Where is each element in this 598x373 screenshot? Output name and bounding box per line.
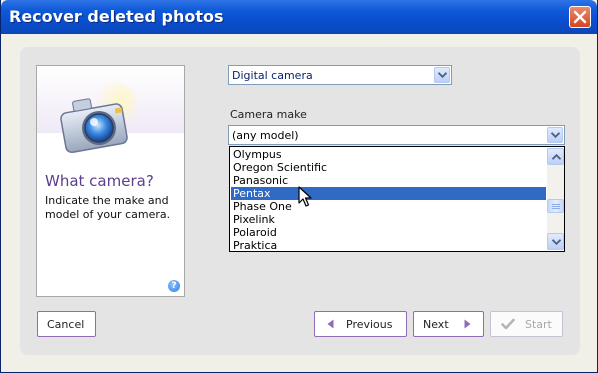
device-type-value: Digital camera (232, 69, 313, 82)
scrollbar-thumb[interactable] (547, 199, 564, 213)
cancel-button[interactable]: Cancel (37, 311, 96, 337)
info-title: What camera? (45, 172, 154, 190)
camera-make-value: (any model) (232, 129, 299, 142)
list-item-selected[interactable]: Pentax (231, 187, 546, 200)
arrow-right-icon (464, 319, 471, 329)
help-icon[interactable]: ? (168, 280, 180, 292)
info-description: Indicate the make and model of your came… (45, 194, 171, 221)
dialog-window: Recover deleted photos What camera? Indi… (0, 0, 598, 373)
scroll-down-button[interactable] (547, 233, 564, 250)
chevron-down-icon (552, 239, 561, 245)
chevron-down-icon (551, 132, 560, 138)
scroll-up-button[interactable] (547, 148, 564, 165)
previous-label: Previous (346, 318, 393, 331)
list-scrollbar[interactable] (547, 148, 564, 250)
camera-make-list[interactable]: Olympus Oregon Scientific Panasonic Pent… (229, 146, 565, 252)
device-type-dropdown[interactable]: Digital camera (228, 65, 452, 85)
arrow-left-icon (327, 319, 334, 329)
camera-icon (60, 82, 135, 154)
list-item[interactable]: Praktica (231, 239, 546, 252)
camera-make-options: Olympus Oregon Scientific Panasonic Pent… (231, 148, 546, 252)
list-item[interactable]: Phase One (231, 200, 546, 213)
camera-make-dropdown[interactable]: (any model) (228, 125, 565, 145)
window-title: Recover deleted photos (9, 7, 224, 26)
close-icon (573, 10, 587, 24)
camera-make-label: Camera make (230, 108, 307, 121)
list-item[interactable]: Panasonic (231, 174, 546, 187)
checkmark-icon (501, 318, 515, 330)
device-type-dropdown-button[interactable] (434, 67, 450, 83)
list-item[interactable]: Pixelink (231, 213, 546, 226)
previous-button[interactable]: Previous (314, 311, 407, 337)
title-bar[interactable]: Recover deleted photos (1, 0, 597, 34)
cancel-label: Cancel (47, 318, 85, 331)
chevron-down-icon (438, 72, 447, 78)
camera-make-dropdown-button[interactable] (547, 127, 563, 143)
list-item[interactable]: Oregon Scientific (231, 161, 546, 174)
start-button[interactable]: Start (490, 311, 563, 337)
next-label: Next (423, 318, 449, 331)
mouse-cursor-icon (298, 186, 312, 207)
list-item[interactable]: Olympus (231, 148, 546, 161)
info-card: What camera? Indicate the make and model… (36, 65, 185, 297)
list-item[interactable]: Polaroid (231, 226, 546, 239)
close-button[interactable] (569, 6, 591, 28)
next-button[interactable]: Next (413, 311, 484, 337)
chevron-up-icon (552, 154, 561, 160)
start-label: Start (525, 318, 552, 331)
